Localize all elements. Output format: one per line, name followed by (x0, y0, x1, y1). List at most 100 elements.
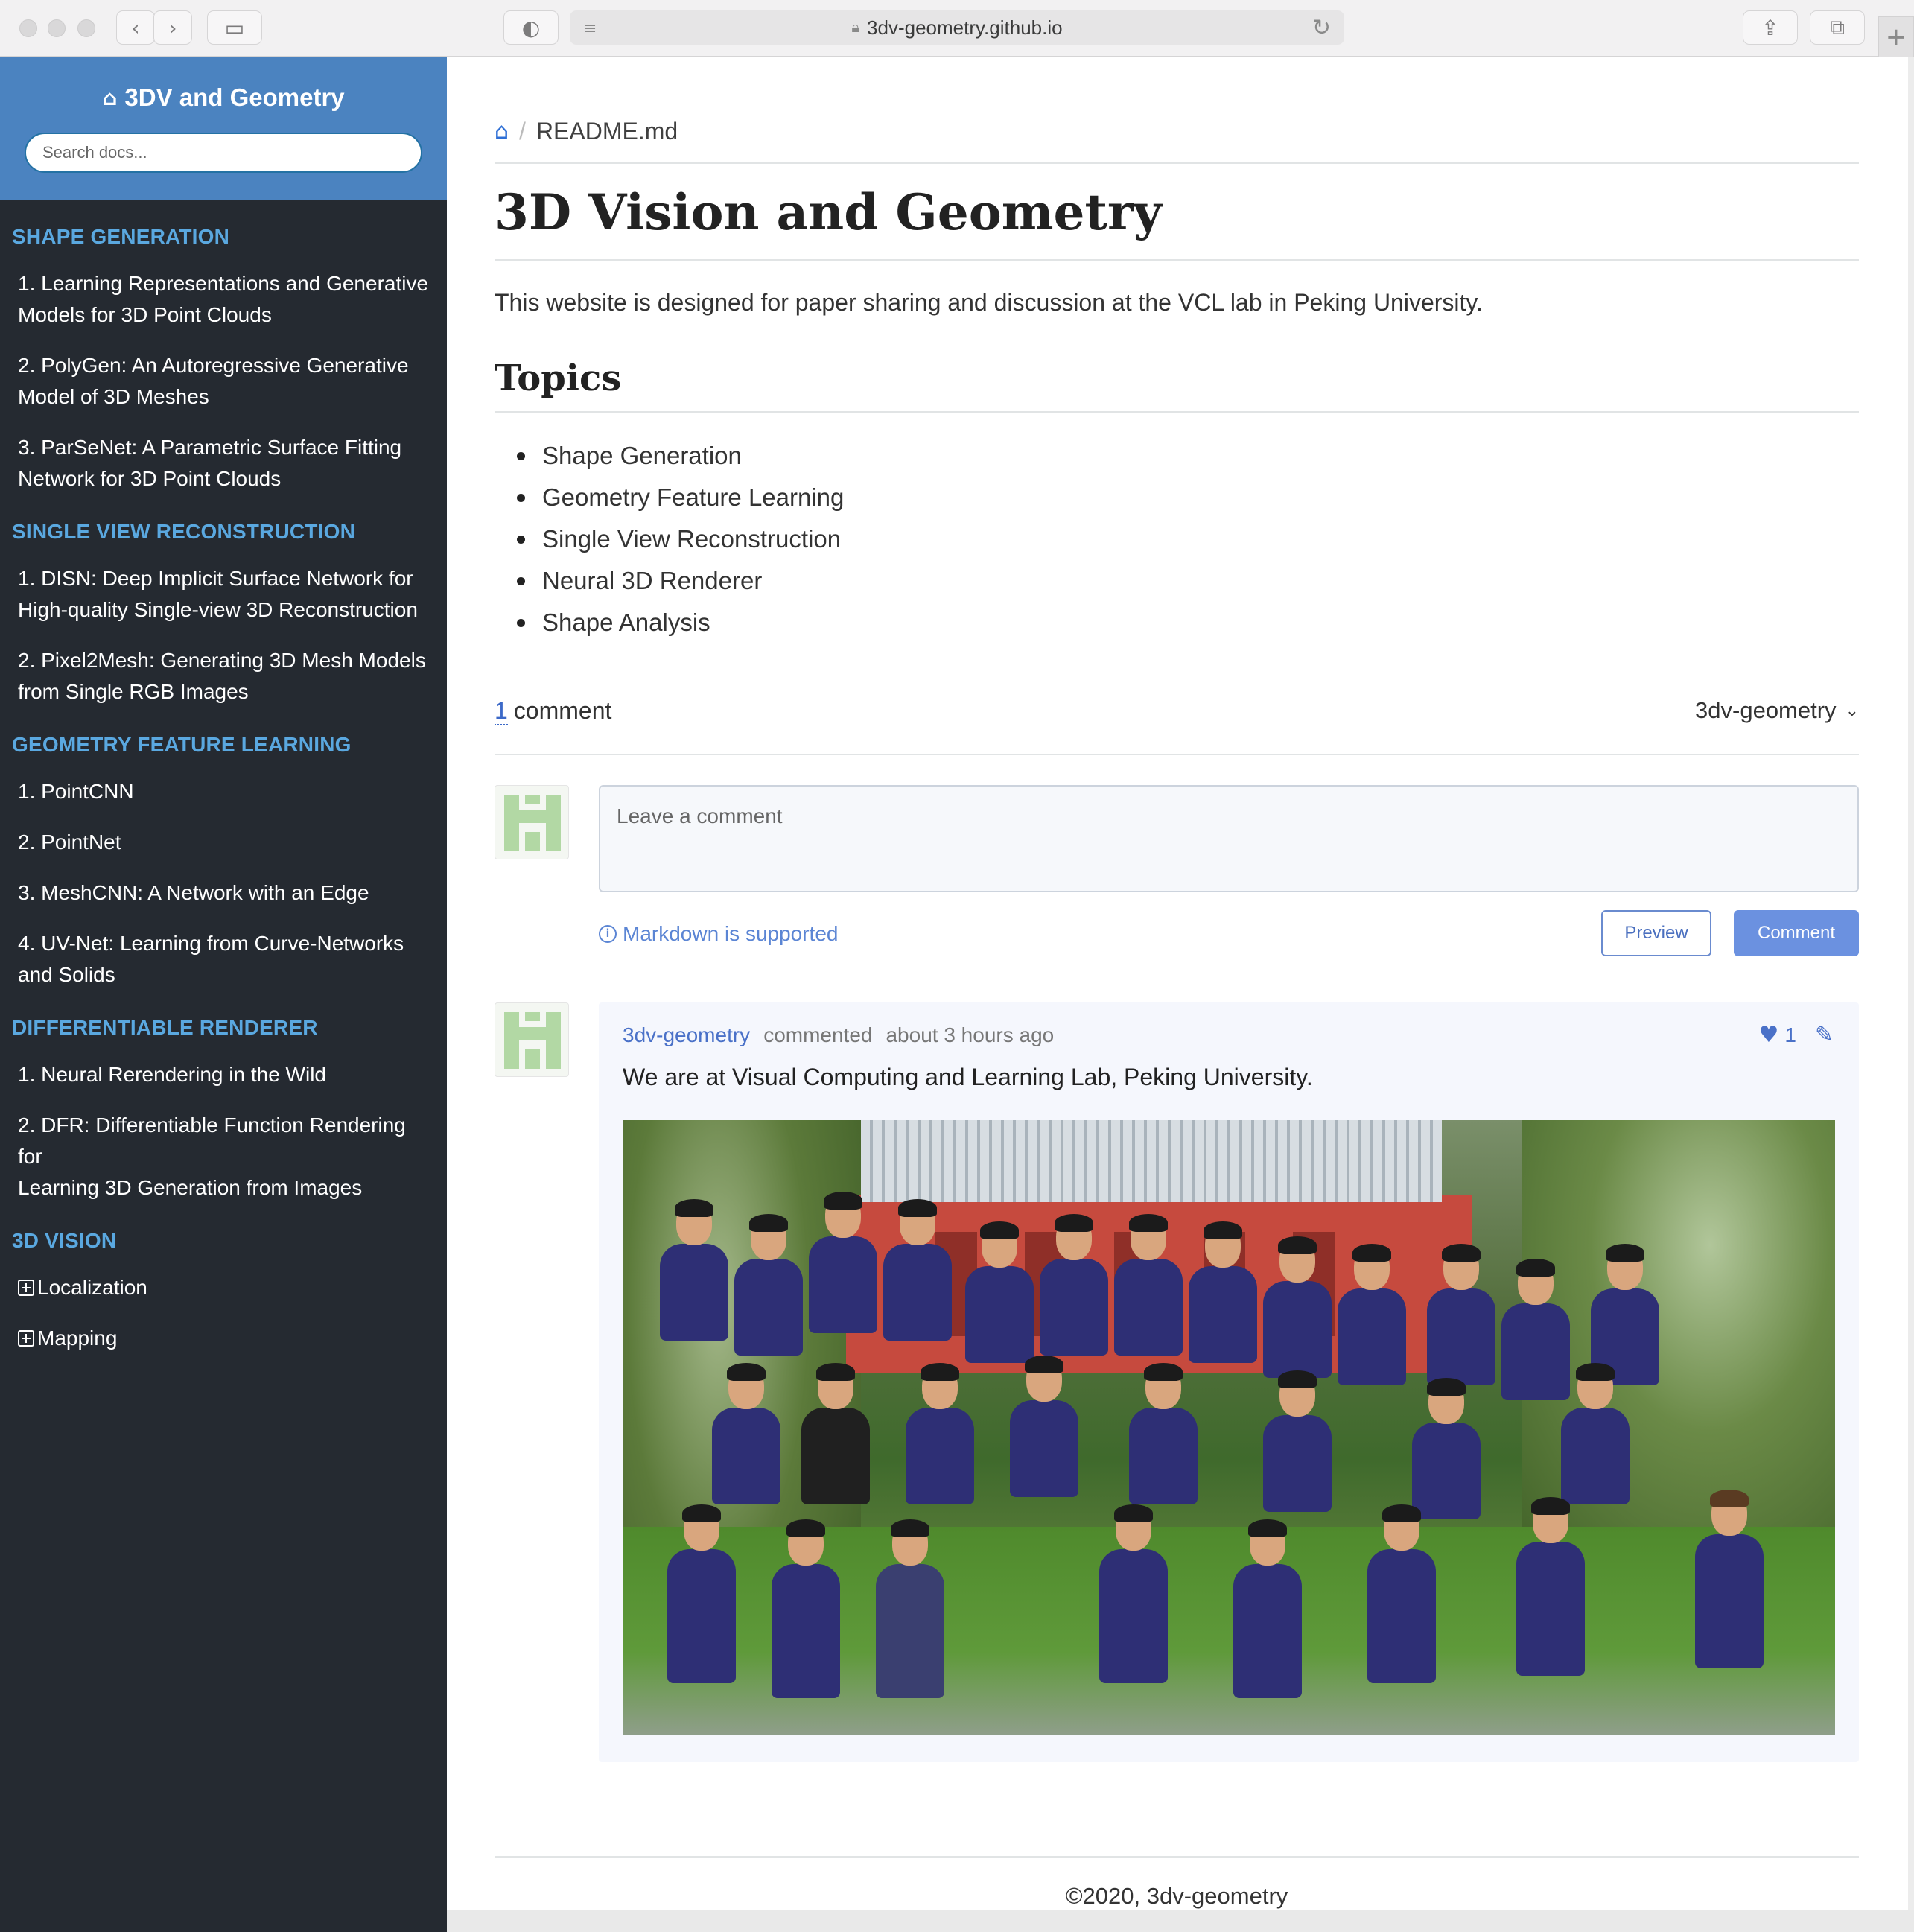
nav-item[interactable]: 2. PointNet (0, 818, 447, 868)
nav-item-line: 3. MeshCNN: A Network with an Edge (18, 881, 369, 904)
nav-item-line: 2. DFR: Differentiable Function Renderin… (18, 1113, 406, 1168)
minimize-window-button[interactable] (48, 19, 66, 37)
divider (495, 1856, 1859, 1858)
nav-item-line: Network for 3D Point Clouds (18, 467, 282, 490)
nav-item[interactable]: 2. Pixel2Mesh: Generating 3D Mesh Models… (0, 636, 447, 718)
breadcrumb-separator: / (519, 117, 526, 144)
nav-item[interactable]: 4. UV-Net: Learning from Curve-Networks a… (0, 919, 447, 1001)
nav-item-line: from Single RGB Images (18, 680, 249, 703)
section-caption: 3D VISION (12, 1229, 117, 1252)
user-menu-name: 3dv-geometry (1695, 697, 1837, 723)
section-caption: GEOMETRY FEATURE LEARNING (12, 733, 352, 756)
comment-action: commented (763, 1023, 873, 1046)
nav-item[interactable]: 1. DISN: Deep Implicit Surface Network f… (0, 554, 447, 636)
url-text: 3dv-geometry.github.io (867, 16, 1063, 39)
lock-icon: 🔒︎ (851, 19, 860, 36)
main-content: ⌂ / README.md 3D Vision and Geometry Thi… (447, 57, 1908, 1910)
divider (495, 411, 1859, 413)
markdown-note: Markdown is supported (623, 922, 839, 945)
nav-item[interactable]: 3. ParSeNet: A Parametric Surface Fittin… (0, 423, 447, 505)
nav-item-localization[interactable]: Localization (0, 1263, 447, 1314)
expand-icon[interactable] (18, 1280, 34, 1296)
nav-item[interactable]: 3. MeshCNN: A Network with an Edge (0, 868, 447, 919)
section-caption: SHAPE GENERATION (12, 225, 230, 248)
sidebar-header: ⌂ 3DV and Geometry (0, 57, 447, 200)
privacy-shield-icon[interactable]: ◐ (503, 10, 559, 45)
heart-icon: ♥ (1758, 1022, 1779, 1048)
comment-count-link[interactable]: 1 (495, 697, 508, 725)
user-menu[interactable]: 3dv-geometry ⌄ (1695, 697, 1859, 724)
breadcrumb-current: README.md (535, 117, 678, 144)
list-item: Geometry Feature Learning (495, 477, 1859, 518)
avatar[interactable] (495, 785, 569, 859)
forward-icon[interactable]: › (153, 10, 192, 45)
scrollbar-track[interactable] (1908, 57, 1914, 1932)
markdown-link[interactable]: i Markdown is supported (599, 922, 838, 946)
section-caption: DIFFERENTIABLE RENDERER (12, 1016, 318, 1039)
nav-item-line: Models for 3D Point Clouds (18, 303, 272, 326)
nav-item[interactable]: 1. PointCNN (0, 767, 447, 818)
nav-item[interactable]: 1. Learning Representations and Generati… (0, 259, 447, 341)
nav-item-line: 1. DISN: Deep Implicit Surface Network f… (18, 567, 413, 590)
zoom-window-button[interactable] (77, 19, 95, 37)
divider (495, 259, 1859, 261)
share-icon[interactable]: ⇪ (1743, 10, 1798, 45)
footer-copyright: ©2020, 3dv-geometry (1065, 1883, 1288, 1909)
breadcrumb: ⌂ / README.md (495, 109, 1859, 153)
comment-input[interactable] (599, 785, 1859, 892)
nav-item-line: High-quality Single-view 3D Reconstructi… (18, 598, 418, 621)
expand-icon[interactable] (18, 1330, 34, 1347)
topics-list: Shape Generation Geometry Feature Learni… (495, 435, 1859, 644)
tabs-overview-icon[interactable]: ⧉ (1810, 10, 1865, 45)
nav-item-line: Model of 3D Meshes (18, 385, 209, 408)
nav-item[interactable]: 2. DFR: Differentiable Function Renderin… (0, 1101, 447, 1214)
nav-item-mapping[interactable]: Mapping (0, 1314, 447, 1364)
new-tab-button[interactable]: + (1878, 16, 1914, 58)
nav-item-line: Learning 3D Generation from Images (18, 1176, 363, 1199)
sidebar-toggle-icon[interactable]: ▭ (207, 10, 262, 45)
nav-item-line: 1. PointCNN (18, 780, 134, 803)
topics-heading: Topics (495, 358, 622, 399)
address-bar[interactable]: ≡ 🔒︎ 3dv-geometry.github.io ↻ (570, 10, 1344, 45)
list-item: Neural 3D Renderer (495, 560, 1859, 602)
list-item: Shape Generation (495, 435, 1859, 477)
browser-toolbar: ‹ › ▭ ◐ ≡ 🔒︎ 3dv-geometry.github.io ↻ ⇪ … (0, 0, 1914, 58)
comment-time: about 3 hours ago (886, 1023, 1055, 1046)
comment-author[interactable]: 3dv-geometry (623, 1023, 750, 1047)
brand-link[interactable]: ⌂ 3DV and Geometry (102, 83, 344, 112)
back-icon[interactable]: ‹ (116, 10, 155, 45)
comment-count: 1 comment (495, 697, 1859, 725)
comment-button[interactable]: Comment (1734, 910, 1859, 956)
preview-button[interactable]: Preview (1601, 910, 1711, 956)
reload-icon[interactable]: ↻ (1312, 15, 1331, 41)
comment-item: 3dv-geometry commented about 3 hours ago… (599, 1002, 1859, 1762)
sidebar-nav: SHAPE GENERATION 1. Learning Representat… (0, 200, 447, 1932)
comment-body: We are at Visual Computing and Learning … (623, 1064, 1313, 1090)
list-item: Shape Analysis (495, 602, 1859, 644)
divider (495, 162, 1859, 164)
comment-header: 3dv-geometry commented about 3 hours ago (623, 1023, 1054, 1047)
nav-item-line: and Solids (18, 963, 115, 986)
section-caption: SINGLE VIEW RECONSTRUCTION (12, 520, 355, 543)
home-icon[interactable]: ⌂ (495, 118, 509, 144)
sidebar: ⌂ 3DV and Geometry SHAPE GENERATION 1. L… (0, 57, 447, 1932)
nav-item-label: Localization (37, 1276, 147, 1299)
info-icon: i (599, 925, 617, 943)
edit-pencil-icon[interactable]: ✎ (1815, 1022, 1834, 1048)
nav-item-label: Mapping (37, 1326, 118, 1350)
like-button[interactable]: ♥ 1 (1759, 1022, 1796, 1048)
nav-item[interactable]: 1. Neural Rerendering in the Wild (0, 1050, 447, 1101)
close-window-button[interactable] (19, 19, 37, 37)
nav-item-line: 2. PolyGen: An Autoregressive Generative (18, 354, 409, 377)
home-icon: ⌂ (102, 85, 118, 110)
nav-item[interactable]: 2. PolyGen: An Autoregressive Generative… (0, 341, 447, 423)
like-count: 1 (1784, 1023, 1796, 1046)
avatar[interactable] (495, 1002, 569, 1077)
comment-count-label: comment (513, 697, 612, 724)
nav-item-line: 1. Learning Representations and Generati… (18, 272, 429, 295)
nav-item-line: 4. UV-Net: Learning from Curve-Networks (18, 932, 404, 955)
chevron-down-icon: ⌄ (1845, 701, 1859, 720)
search-input[interactable] (25, 133, 422, 173)
reader-mode-icon[interactable]: ≡ (583, 19, 597, 38)
intro-text: This website is designed for paper shari… (495, 289, 1483, 316)
